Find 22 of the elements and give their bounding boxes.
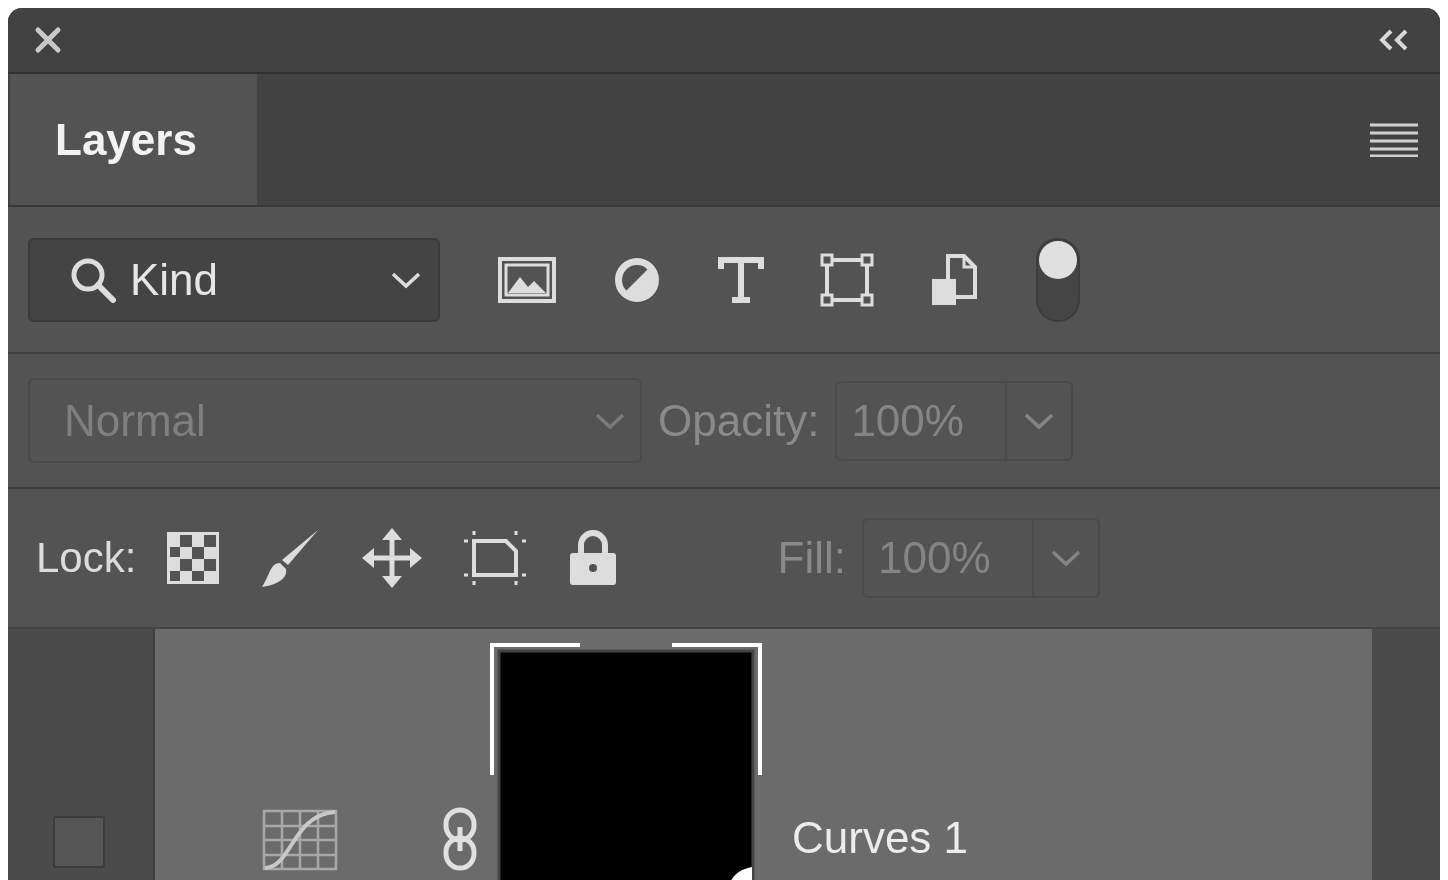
lock-label: Lock: [36, 534, 137, 582]
collapse-icon[interactable] [1378, 29, 1410, 51]
layer-mask-thumbnail[interactable] [490, 643, 762, 880]
chevron-icon [1050, 548, 1082, 568]
curves-adjustment-icon[interactable] [262, 809, 338, 871]
visibility-checkbox[interactable] [53, 816, 105, 868]
layer-name: Curves 1 [792, 813, 969, 863]
shape-filter-icon[interactable] [820, 252, 874, 307]
panel-tab[interactable]: Layers [10, 74, 257, 205]
search-icon [70, 256, 116, 303]
filter-toggle[interactable] [1036, 237, 1080, 322]
layer-row[interactable]: Curves 1 [155, 629, 1372, 880]
lock-all-icon[interactable] [568, 530, 619, 586]
menu-icon[interactable] [1370, 122, 1418, 157]
close-icon[interactable] [34, 26, 62, 54]
type-filter-icon[interactable] [718, 256, 764, 303]
image-filter-icon[interactable] [498, 256, 556, 303]
move-icon[interactable] [362, 528, 423, 588]
filter-kind-dropdown[interactable]: Kind [28, 237, 440, 322]
smart-object-filter-icon[interactable] [930, 252, 978, 307]
lock-transparent-pixels-icon[interactable] [166, 531, 221, 585]
artboard-icon[interactable] [462, 529, 529, 587]
